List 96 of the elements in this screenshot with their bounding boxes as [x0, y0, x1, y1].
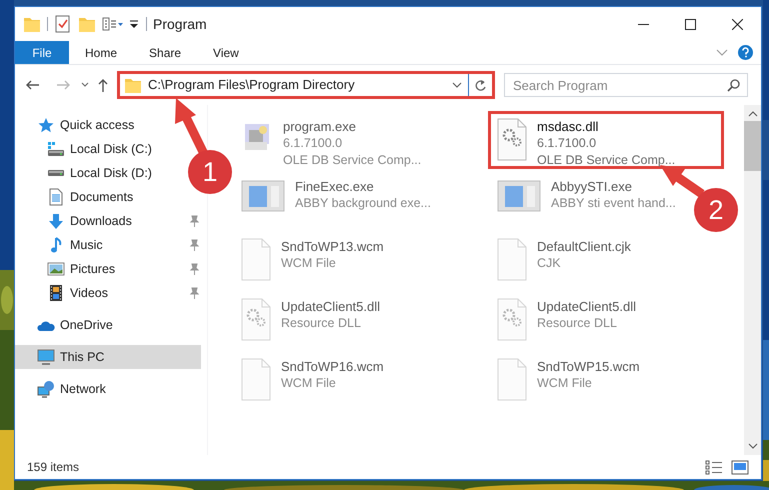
file-detail: WCM File	[537, 375, 593, 392]
window-title: Program	[153, 14, 207, 34]
file-detail: WCM File	[281, 375, 337, 392]
nav-item[interactable]: Quick access	[15, 113, 138, 137]
gear-document-icon	[241, 298, 271, 341]
document-icon	[49, 188, 63, 206]
file-detail: Resource DLL	[281, 315, 362, 332]
document-icon	[241, 238, 271, 281]
folder-icon	[124, 76, 142, 94]
file-name: msdasc.dll	[537, 118, 600, 135]
file-name: SndToWP13.wcm	[281, 238, 384, 255]
file-detail: ABBY background exe...	[295, 195, 431, 212]
monitor-icon	[37, 349, 55, 365]
scrollbar-thumb[interactable]	[744, 121, 761, 171]
document-icon	[497, 358, 527, 401]
network-icon	[37, 380, 55, 398]
expand-ribbon-icon[interactable]	[716, 48, 728, 56]
back-icon[interactable]	[25, 79, 41, 91]
gear-document-icon	[497, 118, 527, 161]
file-name: UpdateClient5.dll	[537, 298, 636, 315]
nav-item[interactable]: Documents	[15, 185, 138, 209]
nav-item[interactable]: Network	[15, 377, 110, 401]
scrollbar[interactable]	[744, 105, 761, 455]
file-item[interactable]: AbbyySTI.exe ABBY sti event hand...	[488, 171, 681, 217]
ribbon-tab[interactable]: Share	[133, 41, 198, 64]
download-arrow-icon	[48, 212, 64, 230]
refresh-icon[interactable]	[474, 79, 487, 91]
file-name: AbbyySTI.exe	[551, 178, 633, 195]
file-detail: 6.1.7100.0	[283, 135, 344, 152]
search-field[interactable]: Search Program	[504, 73, 748, 97]
file-item[interactable]: program.exe 6.1.7100.0 OLE DB Service Comp...	[232, 111, 426, 172]
folder-icon	[23, 15, 41, 33]
scroll-down-icon[interactable]	[748, 443, 758, 449]
close-icon[interactable]	[732, 18, 743, 30]
music-note-icon	[50, 237, 62, 253]
large-icons-view-icon[interactable]	[731, 459, 749, 475]
file-item[interactable]: UpdateClient5.dll Resource DLL	[488, 291, 642, 344]
file-detail: 6.1.7100.0	[537, 135, 598, 152]
star-icon	[37, 117, 55, 133]
cloud-icon	[37, 318, 55, 332]
maximize-icon[interactable]	[685, 18, 696, 30]
file-detail: OLE DB Service Comp...	[537, 152, 676, 169]
file-name: DefaultClient.cjk	[537, 238, 631, 255]
film-icon	[49, 284, 63, 302]
picture-icon	[47, 262, 65, 276]
file-name: UpdateClient5.dll	[281, 298, 380, 315]
file-item[interactable]: msdasc.dll 6.1.7100.0 OLE DB Service Comp...	[488, 111, 724, 169]
item-count: 159 items	[27, 459, 80, 476]
search-icon[interactable]	[727, 79, 740, 92]
file-detail: ABBY sti event hand...	[551, 195, 676, 212]
document-icon	[497, 238, 527, 281]
address-path: C:\Program Files\Program Directory	[148, 77, 355, 93]
pin-icon[interactable]	[187, 238, 201, 252]
document-icon	[241, 358, 271, 401]
file-menu-button[interactable]: File	[15, 41, 69, 64]
file-item[interactable]: UpdateClient5.dll Resource DLL	[232, 291, 386, 344]
nav-item[interactable]: This PC	[15, 345, 201, 369]
file-name: program.exe	[283, 118, 357, 135]
drive-icon	[47, 141, 65, 157]
details-view-icon[interactable]	[705, 459, 723, 475]
file-item[interactable]: SndToWP15.wcm WCM File	[488, 351, 645, 404]
file-name: SndToWP15.wcm	[537, 358, 640, 375]
file-detail: WCM File	[281, 255, 337, 272]
view-options-icon[interactable]	[102, 15, 124, 33]
nav-item[interactable]: Pictures	[15, 257, 120, 281]
file-detail: Resource DLL	[537, 315, 618, 332]
ribbon-tab[interactable]: View	[197, 41, 255, 64]
ribbon-tab[interactable]: Home	[69, 41, 134, 64]
recent-locations-icon[interactable]	[81, 82, 89, 88]
file-detail: OLE DB Service Comp...	[283, 152, 422, 169]
window-icon	[241, 178, 285, 214]
file-detail: CJK	[537, 255, 562, 272]
properties-icon[interactable]	[54, 15, 72, 33]
file-item[interactable]: SndToWP16.wcm WCM File	[232, 351, 389, 404]
file-name: FineExec.exe	[295, 178, 375, 195]
address-bar[interactable]: C:\Program Files\Program Directory	[117, 71, 495, 99]
window-icon	[497, 178, 541, 214]
nav-item[interactable]: Local Disk (C:)	[15, 137, 156, 161]
drive-icon	[47, 169, 65, 177]
help-icon[interactable]	[738, 45, 753, 60]
file-item[interactable]: FineExec.exe ABBY background exe...	[232, 171, 436, 217]
pin-icon[interactable]	[187, 214, 201, 228]
nav-item[interactable]: Videos	[15, 281, 112, 305]
pin-icon[interactable]	[187, 262, 201, 276]
pin-icon[interactable]	[187, 286, 201, 300]
nav-item[interactable]: Local Disk (D:)	[15, 161, 156, 185]
file-name: SndToWP16.wcm	[281, 358, 384, 375]
gear-document-icon	[497, 298, 527, 341]
up-icon[interactable]	[97, 78, 109, 92]
nav-item[interactable]: Downloads	[15, 209, 136, 233]
nav-item[interactable]: Music	[15, 233, 107, 257]
file-item[interactable]: DefaultClient.cjk CJK	[488, 231, 636, 284]
file-item[interactable]: SndToWP13.wcm WCM File	[232, 231, 389, 284]
nav-item[interactable]: OneDrive	[15, 313, 117, 337]
dropdown-caret-icon[interactable]	[452, 82, 462, 88]
scroll-up-icon[interactable]	[748, 111, 758, 117]
